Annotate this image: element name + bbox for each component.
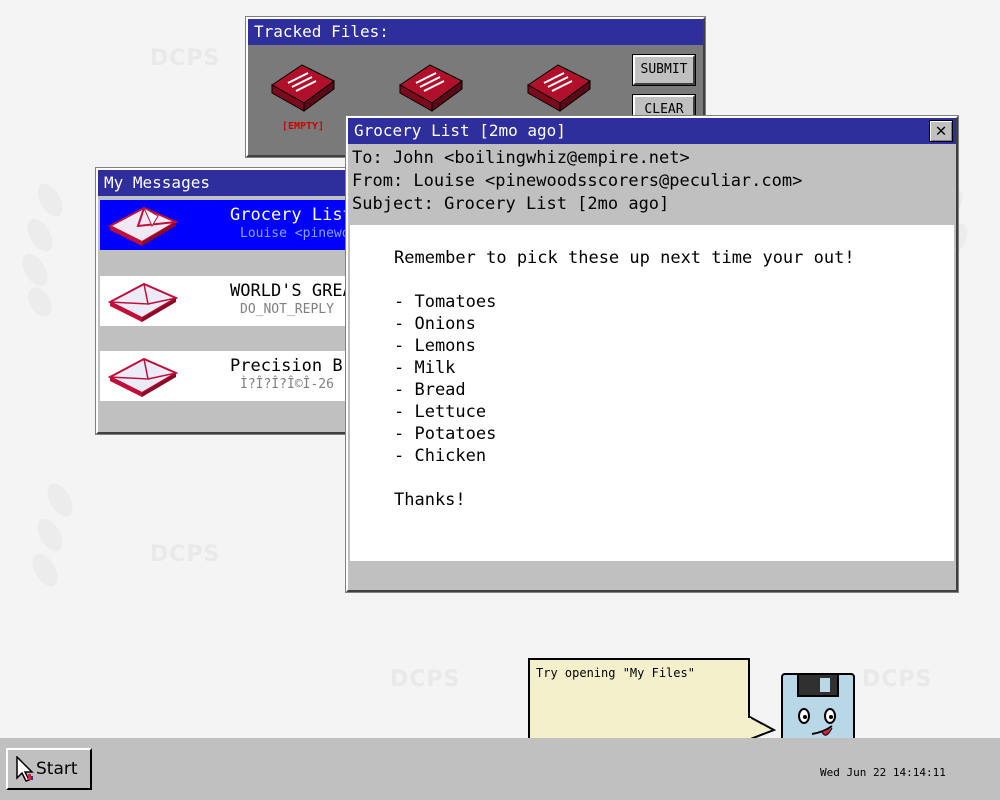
email-list-item: - Bread [394,380,466,400]
tracked-files-title: Tracked Files: [254,22,389,41]
email-list-item: - Lettuce [394,402,487,422]
taskbar-clock: Wed Jun 22 14:14:11 [820,766,946,779]
email-list-item: - Lemons [394,336,476,356]
file-folder-icon [399,64,463,112]
messages-window: My Messages Grocery List [2mo ago] Louis… [96,168,370,434]
email-list-item: - Potatoes [394,424,497,444]
tracked-file-slot[interactable]: [EMPTY] [268,59,338,139]
submit-button[interactable]: SUBMIT [633,55,695,85]
envelope-open-icon [108,206,178,246]
email-list-item: - Onions [394,314,476,334]
email-from: From: Louise <pinewoodsscorers@peculiar.… [352,171,803,191]
envelope-icon [108,282,178,322]
messages-titlebar[interactable]: My Messages [98,170,368,196]
email-intro: Remember to pick these up next time your… [394,248,855,268]
email-to: To: John <boilingwhiz@empire.net> [352,148,690,168]
file-folder-icon [527,64,591,112]
wallpaper-logo-text: DCPS [150,46,221,71]
hint-text: Try opening "My Files" [536,666,695,680]
message-list: Grocery List [2mo ago] Louise <pinewoods… [98,196,368,430]
taskbar: Start Wed Jun 22 14:14:11 [0,738,1000,800]
tracked-file-label: [EMPTY] [281,121,325,132]
email-headers: To: John <boilingwhiz@empire.net> From: … [348,144,956,225]
email-window: Grocery List [2mo ago] ✕ To: John <boili… [346,116,958,592]
tracked-files-titlebar[interactable]: Tracked Files: [248,19,703,45]
wallpaper-logo-text: DCPS [150,542,221,567]
cursor-arrow-icon [16,756,34,782]
email-list-item: - Tomatoes [394,292,497,312]
wallpaper-logo-text: DCPS [862,667,933,692]
email-subject: Subject: Grocery List [2mo ago] [352,194,670,214]
email-footer [348,561,956,583]
wallpaper-logo-text: DCPS [390,667,461,692]
message-sender: DO_NOT_REPLY [240,302,334,317]
start-label: Start [36,759,78,779]
message-item[interactable]: WORLD'S GREATEST DO_NOT_REPLY [100,276,366,326]
close-button[interactable]: ✕ [929,120,953,142]
email-list-item: - Milk [394,358,456,378]
close-icon: ✕ [935,120,947,141]
file-folder-icon [271,64,335,112]
message-sender: Ì?Î?Î?Î©Î-26 [240,377,334,392]
email-list-item: - Chicken [394,446,487,466]
laurel-icon [32,483,73,587]
email-window-title: Grocery List [2mo ago] [354,121,566,140]
email-body: Remember to pick these up next time your… [350,225,954,561]
email-signoff: Thanks! [394,490,466,510]
envelope-icon [108,357,178,397]
email-titlebar[interactable]: Grocery List [2mo ago] ✕ [348,118,956,144]
start-button[interactable]: Start [6,748,92,790]
message-item[interactable]: Precision B Ì?Î?Î?Î©Î-26 [100,351,366,401]
laurel-icon [22,183,63,317]
messages-title: My Messages [104,173,210,192]
message-title: Precision B [230,356,343,376]
message-item[interactable]: Grocery List [2mo ago] Louise <pinewoods… [100,200,366,250]
